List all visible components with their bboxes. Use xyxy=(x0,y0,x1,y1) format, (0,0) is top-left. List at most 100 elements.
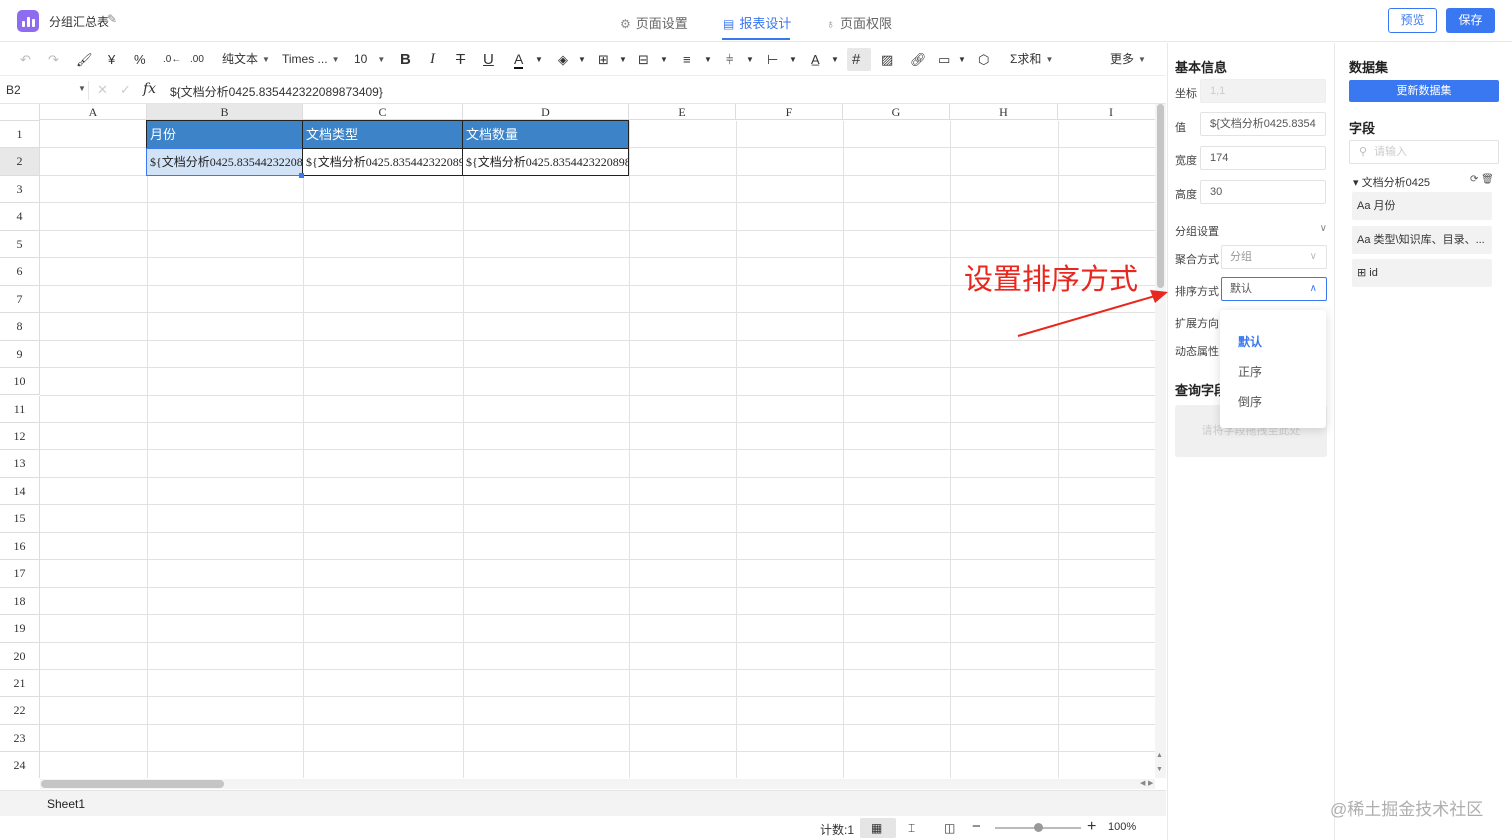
strikethrough-button[interactable]: T xyxy=(456,51,465,68)
refresh-icon[interactable]: ⟳ xyxy=(1470,174,1478,185)
tab-page-settings[interactable]: ⚙ 页面设置 xyxy=(620,13,688,32)
font-family-select[interactable]: Times ... ▼ xyxy=(282,51,339,68)
header-cell-doc-count[interactable]: 文档数量 xyxy=(462,120,629,149)
valign-caret-icon[interactable]: ▼ xyxy=(746,51,754,68)
aggregate-select[interactable]: 分组 ∨ xyxy=(1221,245,1327,269)
fill-color-icon[interactable]: ◈ xyxy=(558,51,568,68)
sort-option-default[interactable]: 默认 xyxy=(1238,333,1262,350)
formula-input[interactable]: ${文档分析0425.835442322089873409} xyxy=(170,83,383,100)
row-header-23[interactable]: 23 xyxy=(0,724,40,753)
currency-icon[interactable]: ¥ xyxy=(108,51,115,68)
scroll-left-icon[interactable]: ◀ xyxy=(1140,779,1145,787)
zoom-in-icon[interactable]: + xyxy=(1087,818,1096,836)
vertical-scrollbar[interactable]: ▲ ▼ xyxy=(1155,104,1166,778)
decrease-decimal-icon[interactable]: .0← xyxy=(163,51,181,68)
sort-option-asc[interactable]: 正序 xyxy=(1238,363,1262,380)
row-header-9[interactable]: 9 xyxy=(0,340,40,369)
field-search-input[interactable]: ⚲ 请输入 xyxy=(1349,140,1499,164)
freeze-icon[interactable]: ⬡ xyxy=(978,51,989,68)
column-header-c[interactable]: C xyxy=(303,104,463,120)
column-header-g[interactable]: G xyxy=(843,104,950,120)
undo-icon[interactable]: ↶ xyxy=(20,51,31,68)
row-header-17[interactable]: 17 xyxy=(0,560,40,588)
field-item-month[interactable]: Aa 月份 xyxy=(1352,192,1492,220)
align-left-icon[interactable]: ≡ xyxy=(683,51,691,68)
row-header-1[interactable]: 1 xyxy=(0,121,40,149)
gridlines-icon[interactable]: # xyxy=(852,51,860,68)
sheet-tab[interactable]: Sheet1 xyxy=(40,791,92,817)
row-header-12[interactable]: 12 xyxy=(0,422,40,451)
text-rotate-icon[interactable]: A̲ xyxy=(811,51,820,68)
font-color-caret-icon[interactable]: ▼ xyxy=(535,51,543,68)
cell-reference-box[interactable]: B2 xyxy=(6,83,21,97)
insert-link-icon[interactable]: 🔗︎ xyxy=(910,51,927,68)
zoom-slider-knob[interactable] xyxy=(1034,823,1043,832)
row-header-11[interactable]: 11 xyxy=(0,395,40,423)
sort-select[interactable]: 默认 ∧ xyxy=(1221,277,1327,301)
tab-report-design[interactable]: ▤ 报表设计 xyxy=(723,13,791,32)
vertical-align-icon[interactable]: ⫩ xyxy=(726,51,733,68)
preview-button[interactable]: 预览 xyxy=(1388,8,1437,33)
row-header-18[interactable]: 18 xyxy=(0,587,40,616)
update-dataset-button[interactable]: 更新数据集 xyxy=(1349,80,1499,102)
scroll-right-icon[interactable]: ▶ xyxy=(1148,779,1153,787)
row-header-14[interactable]: 14 xyxy=(0,477,40,506)
more-button[interactable]: 更多 ▼ xyxy=(1110,51,1146,68)
dataset-tree-node[interactable]: ▾ 文档分析0425 xyxy=(1353,174,1430,190)
wrap-caret-icon[interactable]: ▼ xyxy=(789,51,797,68)
vertical-scroll-thumb[interactable] xyxy=(1157,104,1164,288)
page-break-view-icon[interactable]: ⌶ xyxy=(908,821,915,836)
row-header-10[interactable]: 10 xyxy=(0,368,40,396)
row-header-13[interactable]: 13 xyxy=(0,450,40,478)
row-header-16[interactable]: 16 xyxy=(0,532,40,561)
fill-color-caret-icon[interactable]: ▼ xyxy=(578,51,586,68)
insert-image-icon[interactable]: ▨ xyxy=(881,51,893,68)
delete-icon[interactable]: 🗑︎ xyxy=(1481,174,1494,185)
row-header-19[interactable]: 19 xyxy=(0,615,40,643)
data-cell-c2[interactable]: ${文档分析0425.835442322089 xyxy=(302,148,463,176)
width-field[interactable]: 174 xyxy=(1200,146,1326,170)
horizontal-scroll-thumb[interactable] xyxy=(41,780,224,788)
column-header-b[interactable]: B xyxy=(147,104,303,120)
data-cell-d2[interactable]: ${文档分析0425.8354423220898 xyxy=(462,148,629,176)
redo-icon[interactable]: ↷ xyxy=(48,51,59,68)
group-settings-section[interactable]: 分组设置 ∨ xyxy=(1175,223,1327,239)
header-cell-doc-type[interactable]: 文档类型 xyxy=(302,120,463,149)
border-icon[interactable]: ⊞ xyxy=(598,51,609,68)
increase-decimal-icon[interactable]: .00 xyxy=(190,51,204,68)
function-icon[interactable]: fx xyxy=(143,81,156,97)
comment-caret-icon[interactable]: ▼ xyxy=(958,51,966,68)
comment-icon[interactable]: ▭ xyxy=(938,51,950,68)
chevron-down-icon[interactable]: ▼ xyxy=(78,84,86,93)
merge-caret-icon[interactable]: ▼ xyxy=(660,51,668,68)
row-header-15[interactable]: 15 xyxy=(0,505,40,533)
page-layout-icon[interactable]: ◫ xyxy=(944,821,955,835)
select-all-corner[interactable] xyxy=(0,104,40,121)
chevron-down-icon[interactable]: ∨ xyxy=(1320,223,1327,234)
field-item-id[interactable]: ⊞ id xyxy=(1352,259,1492,287)
format-painter-icon[interactable]: 🖌︎ xyxy=(76,51,93,68)
fill-handle[interactable] xyxy=(299,173,304,178)
edit-title-icon[interactable]: ✎ xyxy=(107,12,117,26)
row-header-8[interactable]: 8 xyxy=(0,313,40,341)
column-header-a[interactable]: A xyxy=(40,104,147,120)
sum-function-button[interactable]: Σ求和 ▼ xyxy=(1010,51,1053,68)
row-header-4[interactable]: 4 xyxy=(0,203,40,231)
number-format-select[interactable]: 纯文本 ▼ xyxy=(222,51,270,68)
confirm-edit-icon[interactable]: ✓ xyxy=(120,82,131,98)
value-field[interactable]: ${文档分析0425.8354 xyxy=(1200,112,1326,136)
cancel-edit-icon[interactable]: ✕ xyxy=(97,82,108,98)
column-header-d[interactable]: D xyxy=(463,104,629,120)
font-size-select[interactable]: 10 ▼ xyxy=(354,51,385,68)
row-header-2[interactable]: 2 xyxy=(0,148,40,176)
italic-button[interactable]: I xyxy=(430,51,435,68)
column-header-f[interactable]: F xyxy=(736,104,843,120)
data-cell-b2[interactable]: ${文档分析0425.83544232208 xyxy=(146,148,303,176)
height-field[interactable]: 30 xyxy=(1200,180,1326,204)
horizontal-scrollbar[interactable]: ◀ ▶ xyxy=(40,779,1155,789)
row-header-20[interactable]: 20 xyxy=(0,642,40,670)
bold-button[interactable]: B xyxy=(400,51,411,68)
field-item-type[interactable]: Aa 类型\知识库、目录、... xyxy=(1352,226,1492,254)
border-caret-icon[interactable]: ▼ xyxy=(619,51,627,68)
header-cell-month[interactable]: 月份 xyxy=(146,120,303,149)
